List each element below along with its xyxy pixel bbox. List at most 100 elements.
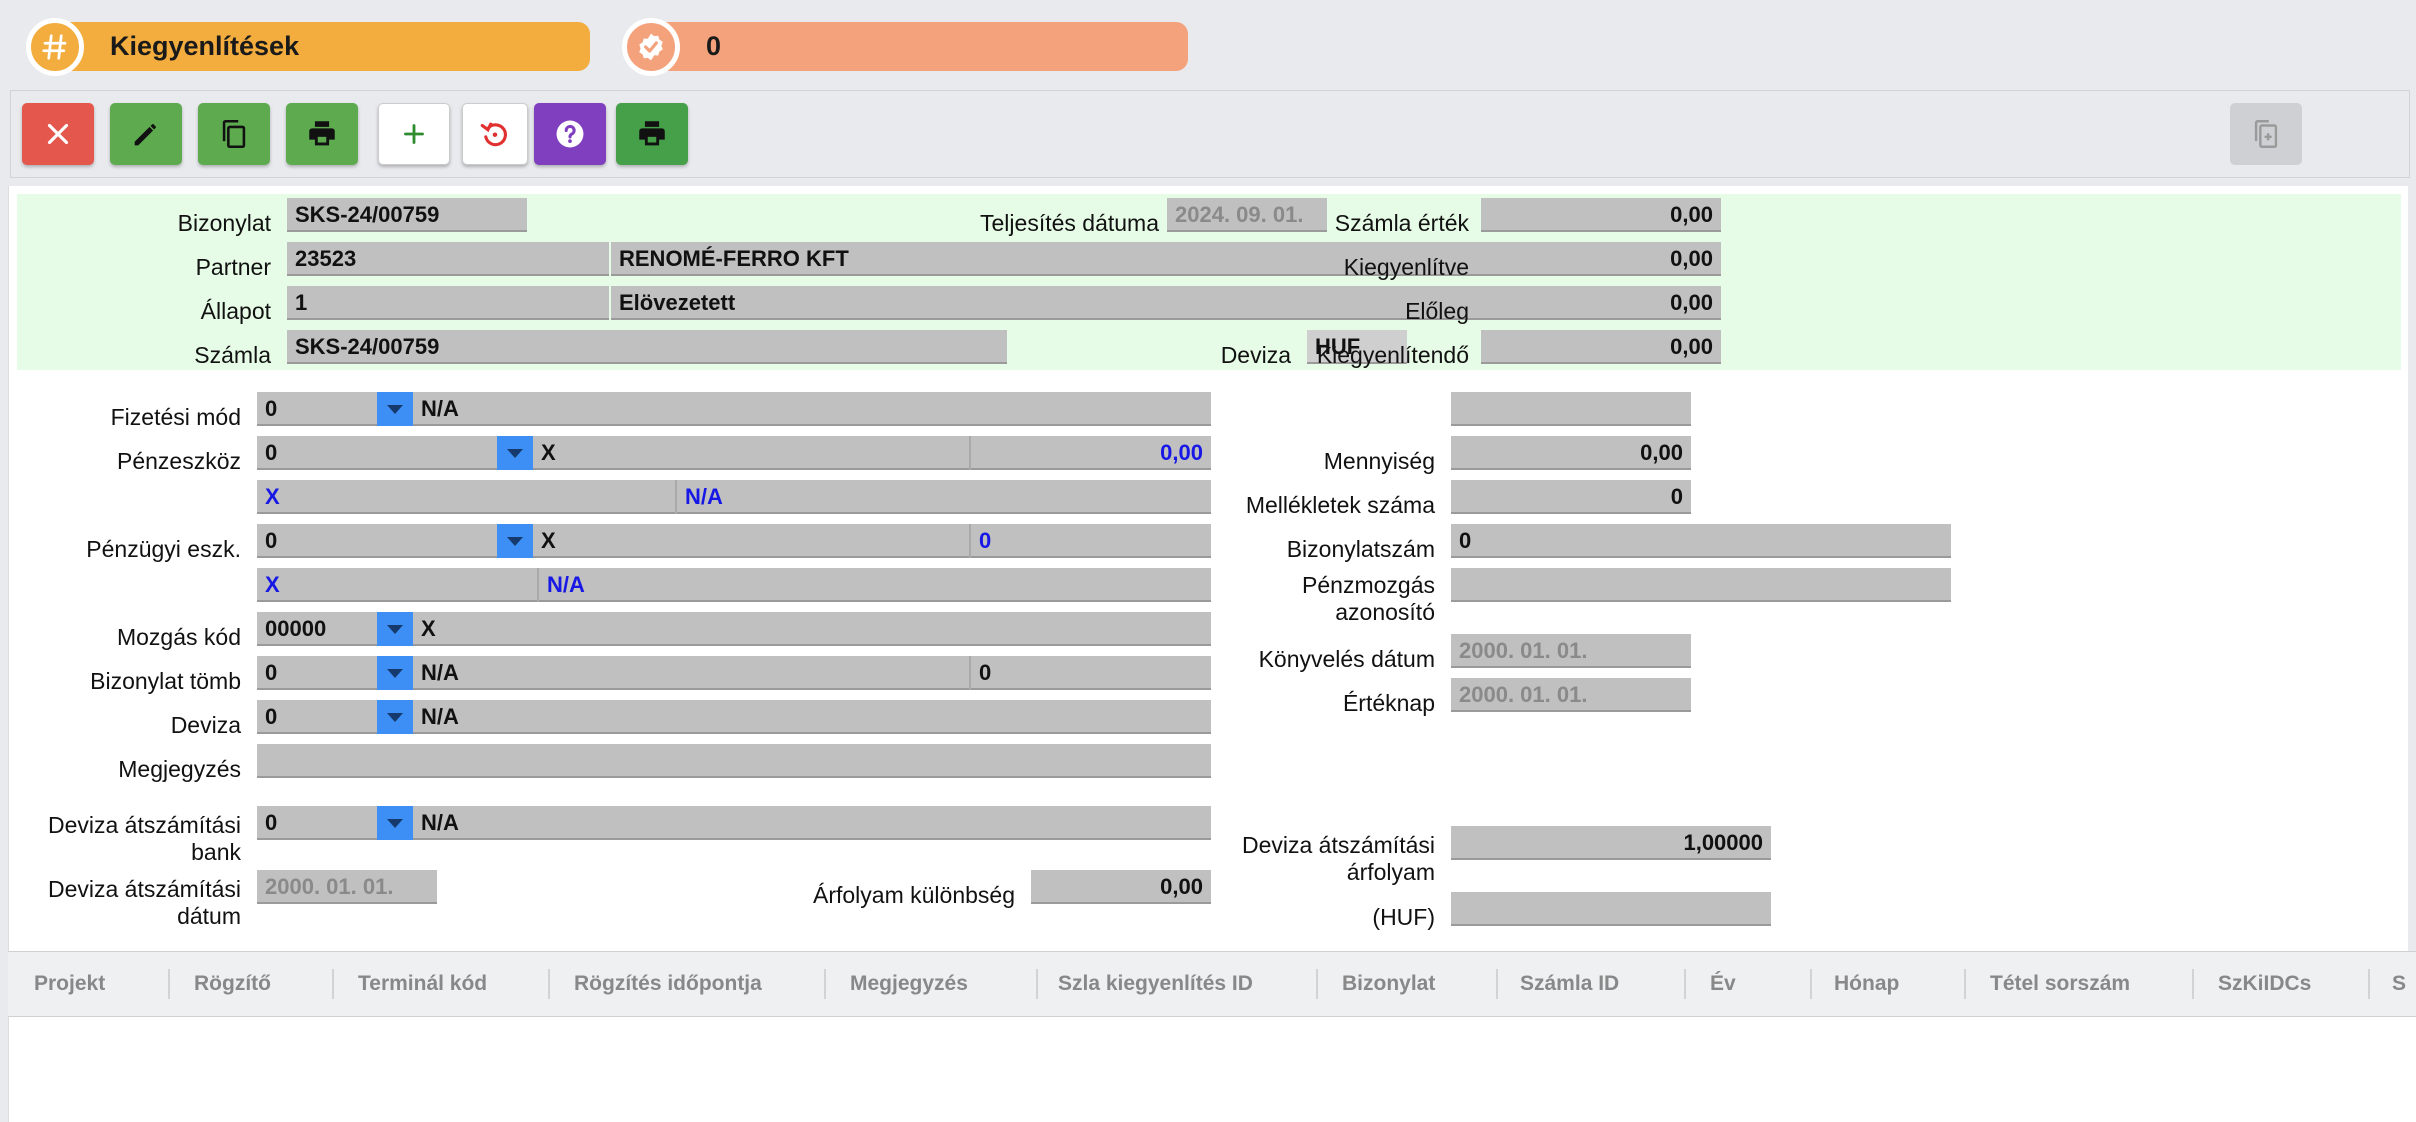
deviza-atszamitasi-datum-field[interactable]: 2000. 01. 01.	[257, 870, 437, 904]
deviza-atszamitasi-bank-label: Deviza átszámítási bank	[47, 812, 241, 865]
grid-header: Projekt Rögzítő Terminál kód Rögzítés id…	[8, 951, 2416, 1017]
document-icon	[2254, 120, 2278, 148]
copy-button[interactable]	[198, 103, 270, 165]
fizetesi-mod-code[interactable]: 0	[257, 392, 377, 426]
deviza-atszamitasi-bank-dropdown[interactable]	[377, 806, 413, 840]
close-button[interactable]	[22, 103, 94, 165]
megjegyzes-field[interactable]	[257, 744, 1211, 778]
mellekletek-label: Mellékletek száma	[1245, 492, 1435, 518]
penzeszkoz-sub1: X	[257, 480, 675, 514]
penzugyi-sub2: N/A	[539, 568, 1211, 602]
penzugyi-code[interactable]: 0	[257, 524, 497, 558]
column-header-honap[interactable]: Hónap	[1834, 952, 1899, 1016]
penzugyi-sub1: X	[257, 568, 537, 602]
tomb-code[interactable]: 0	[257, 656, 377, 690]
partner-label: Partner	[195, 254, 271, 280]
blank-field[interactable]	[1451, 392, 1691, 426]
column-header-szla-kiegyenlites-id[interactable]: Szla kiegyenlítés ID	[1058, 952, 1253, 1016]
column-divider[interactable]	[1036, 969, 1038, 999]
column-divider[interactable]	[1964, 969, 1966, 999]
erteknap-label: Értéknap	[1342, 690, 1435, 716]
reset-button[interactable]	[462, 103, 528, 165]
mozgas-code[interactable]: 00000	[257, 612, 377, 646]
huf-field[interactable]	[1451, 892, 1771, 926]
add-button[interactable]	[378, 103, 450, 165]
kiegyenlitve-field[interactable]: 0,00	[1481, 242, 1721, 276]
penzmozgas-label: Pénzmozgás azonosító	[1302, 572, 1435, 625]
column-header-tetel-sorszam[interactable]: Tétel sorszám	[1990, 952, 2130, 1016]
szamla-field[interactable]: SKS-24/00759	[287, 330, 1007, 364]
column-header-bizonylat[interactable]: Bizonylat	[1342, 952, 1435, 1016]
eloleg-field[interactable]: 0,00	[1481, 286, 1721, 320]
arfolyam-kulonbseg-label: Árfolyam különbség	[813, 882, 1015, 908]
column-header-rogzito[interactable]: Rögzítő	[194, 952, 271, 1016]
konyveles-field[interactable]: 2000. 01. 01.	[1451, 634, 1691, 668]
column-header-terminal-kod[interactable]: Terminál kód	[358, 952, 487, 1016]
deviza-atszamitasi-datum-label: Deviza átszámítási dátum	[47, 876, 241, 929]
column-divider[interactable]	[548, 969, 550, 999]
column-header-megjegyzes[interactable]: Megjegyzés	[850, 952, 968, 1016]
edit-button[interactable]	[110, 103, 182, 165]
form-panel: Bizonylat SKS-24/00759 Partner 23523 REN…	[8, 186, 2408, 951]
szamla-label: Számla	[194, 342, 271, 368]
column-header-rogzites-idopontja[interactable]: Rögzítés időpontja	[574, 952, 762, 1016]
column-divider[interactable]	[332, 969, 334, 999]
deviza-atszamitasi-bank-name: N/A	[413, 806, 1211, 840]
pencil-icon	[134, 124, 156, 146]
huf-label: (HUF)	[1372, 904, 1435, 930]
column-header-szamla-id[interactable]: Számla ID	[1520, 952, 1619, 1016]
bizonylat-field[interactable]: SKS-24/00759	[287, 198, 527, 232]
column-divider[interactable]	[1810, 969, 1812, 999]
eloleg-label: Előleg	[1405, 298, 1469, 324]
mozgas-label: Mozgás kód	[116, 624, 241, 650]
column-divider[interactable]	[1316, 969, 1318, 999]
deviza-dropdown[interactable]	[377, 700, 413, 734]
kiegyenlitendo-label: Kiegyenlítendő	[1316, 342, 1469, 368]
print2-button[interactable]	[616, 103, 688, 165]
help-button[interactable]	[534, 103, 606, 165]
penzugyi-dropdown[interactable]	[497, 524, 533, 558]
print-button[interactable]	[286, 103, 358, 165]
plus-icon	[404, 124, 424, 144]
column-header-szkiidcs[interactable]: SzKiIDCs	[2218, 952, 2311, 1016]
deviza-code[interactable]: 0	[257, 700, 377, 734]
column-divider[interactable]	[1496, 969, 1498, 999]
penzeszkoz-label: Pénzeszköz	[116, 448, 241, 474]
szamla-ertek-field[interactable]: 0,00	[1481, 198, 1721, 232]
penzeszkoz-code[interactable]: 0	[257, 436, 497, 470]
column-header-projekt[interactable]: Projekt	[34, 952, 105, 1016]
mennyiseg-field[interactable]: 0,00	[1451, 436, 1691, 470]
deviza-atszamitasi-arfolyam-field[interactable]: 1,00000	[1451, 826, 1771, 860]
column-divider[interactable]	[824, 969, 826, 999]
document-button[interactable]	[2230, 103, 2302, 165]
deviza-atszamitasi-bank-code[interactable]: 0	[257, 806, 377, 840]
deviza-label: Deviza	[170, 712, 241, 738]
column-divider[interactable]	[2368, 969, 2370, 999]
erteknap-field[interactable]: 2000. 01. 01.	[1451, 678, 1691, 712]
penzeszkoz-sub2: N/A	[677, 480, 1211, 514]
mozgas-dropdown[interactable]	[377, 612, 413, 646]
printer-icon	[309, 121, 335, 146]
penzeszkoz-dropdown[interactable]	[497, 436, 533, 470]
kiegyenlitve-label: Kiegyenlítve	[1343, 254, 1469, 280]
close-icon	[47, 123, 69, 145]
column-header-ev[interactable]: Év	[1710, 952, 1736, 1016]
module-title: Kiegyenlítések	[110, 31, 300, 61]
penzmozgas-field[interactable]	[1451, 568, 1951, 602]
column-divider[interactable]	[168, 969, 170, 999]
tomb-name: N/A	[413, 656, 969, 690]
column-divider[interactable]	[1684, 969, 1686, 999]
bizonylatszam-field[interactable]: 0	[1451, 524, 1951, 558]
konyveles-label: Könyvelés dátum	[1258, 646, 1435, 672]
grid-body[interactable]	[8, 1017, 2416, 1122]
allapot-code-field[interactable]: 1	[287, 286, 609, 320]
partner-code-field[interactable]: 23523	[287, 242, 609, 276]
fizetesi-mod-dropdown[interactable]	[377, 392, 413, 426]
mozgas-name: X	[413, 612, 1211, 646]
tomb-dropdown[interactable]	[377, 656, 413, 690]
kiegyenlitendo-field[interactable]: 0,00	[1481, 330, 1721, 364]
column-header-s[interactable]: S	[2392, 952, 2406, 1016]
copy-icon	[222, 119, 246, 149]
mellekletek-field[interactable]: 0	[1451, 480, 1691, 514]
column-divider[interactable]	[2192, 969, 2194, 999]
